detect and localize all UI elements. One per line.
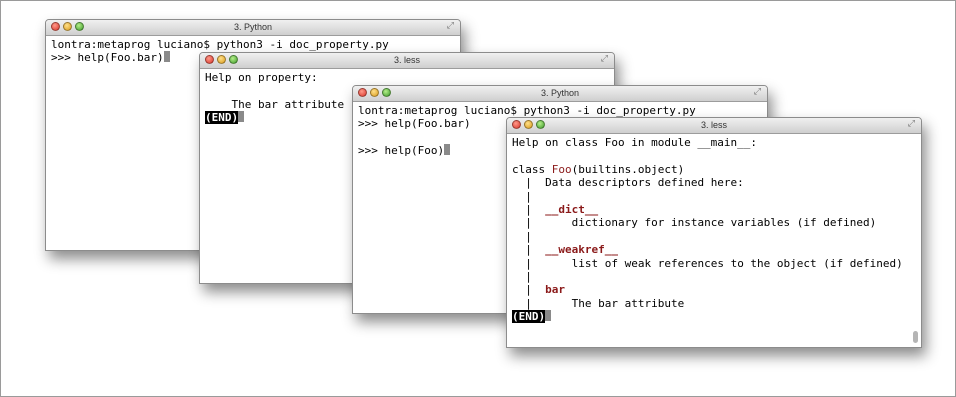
fullscreen-icon[interactable]: ⤢ (447, 21, 454, 31)
terminal-line: | Data descriptors defined here: (512, 176, 916, 189)
tree-bar: | (525, 243, 532, 257)
title-bar[interactable]: 3. Python ⤢ (46, 20, 460, 36)
terminal-line: (END) (512, 310, 916, 324)
class-keyword: class (512, 162, 552, 176)
attribute-description: list of weak references to the object (i… (571, 256, 903, 270)
text-cursor (163, 51, 170, 63)
tree-bar: | (525, 189, 532, 203)
attribute-description: The bar attribute (571, 296, 685, 310)
end-marker: (END) (205, 111, 239, 125)
terminal-line: | __weakref__ (512, 243, 916, 256)
tree-bar: | (525, 216, 532, 230)
tree-bar: | (525, 256, 532, 270)
window-title: 3. less (393, 55, 420, 65)
tree-bar: | (525, 269, 532, 283)
end-marker: (END) (512, 310, 546, 324)
prompt-text: >>> help(Foo.bar) (51, 51, 164, 65)
terminal-line: | (512, 270, 916, 283)
terminal-line: | list of weak references to the object … (512, 257, 916, 270)
terminal-line: | __dict__ (512, 203, 916, 216)
attribute-description: dictionary for instance variables (if de… (571, 216, 877, 230)
fullscreen-icon[interactable]: ⤢ (754, 87, 761, 97)
scrollbar[interactable] (913, 331, 918, 343)
terminal-line: lontra:metaprog luciano$ python3 -i doc_… (358, 104, 696, 117)
terminal-content[interactable]: Help on class Foo in module __main__:cla… (507, 134, 921, 325)
fullscreen-icon[interactable]: ⤢ (908, 119, 915, 129)
title-bar[interactable]: 3. less ⤢ (200, 53, 614, 69)
tree-bar: | (525, 202, 532, 216)
terminal-line: | The bar attribute (512, 297, 916, 310)
attribute-name: bar (545, 283, 565, 297)
fullscreen-icon[interactable]: ⤢ (601, 54, 608, 64)
title-bar[interactable]: 3. less ⤢ (507, 118, 921, 134)
tree-bar: | (525, 176, 532, 190)
attribute-name: __dict__ (545, 202, 599, 216)
tree-bar: | (525, 283, 532, 297)
terminal-line: | dictionary for instance variables (if … (512, 216, 916, 229)
window-title: 3. Python (233, 22, 273, 32)
terminal-window-less-2[interactable]: 3. less ⤢ Help on class Foo in module __… (506, 117, 922, 348)
window-title: 3. less (700, 120, 727, 130)
class-name: Foo (551, 162, 572, 176)
terminal-line: | (512, 190, 916, 203)
class-base: (builtins.object) (571, 162, 685, 176)
terminal-line: | bar (512, 283, 916, 296)
terminal-line: class Foo(builtins.object) (512, 163, 916, 176)
text-cursor (545, 310, 552, 322)
prompt-text: >>> help(Foo) (358, 144, 445, 158)
tree-bar: | (525, 296, 532, 310)
text-cursor (444, 144, 451, 156)
text-cursor (238, 111, 245, 123)
tree-bar: | (525, 229, 532, 243)
terminal-line: Help on property: (205, 71, 318, 84)
attribute-name: __weakref__ (545, 243, 618, 257)
terminal-line: Help on class Foo in module __main__: (512, 136, 758, 149)
terminal-line: | (512, 230, 916, 243)
section-heading: Data descriptors defined here: (545, 176, 744, 190)
title-bar[interactable]: 3. Python ⤢ (353, 86, 767, 102)
terminal-line: lontra:metaprog luciano$ python3 -i doc_… (51, 38, 389, 51)
window-title: 3. Python (540, 88, 580, 98)
